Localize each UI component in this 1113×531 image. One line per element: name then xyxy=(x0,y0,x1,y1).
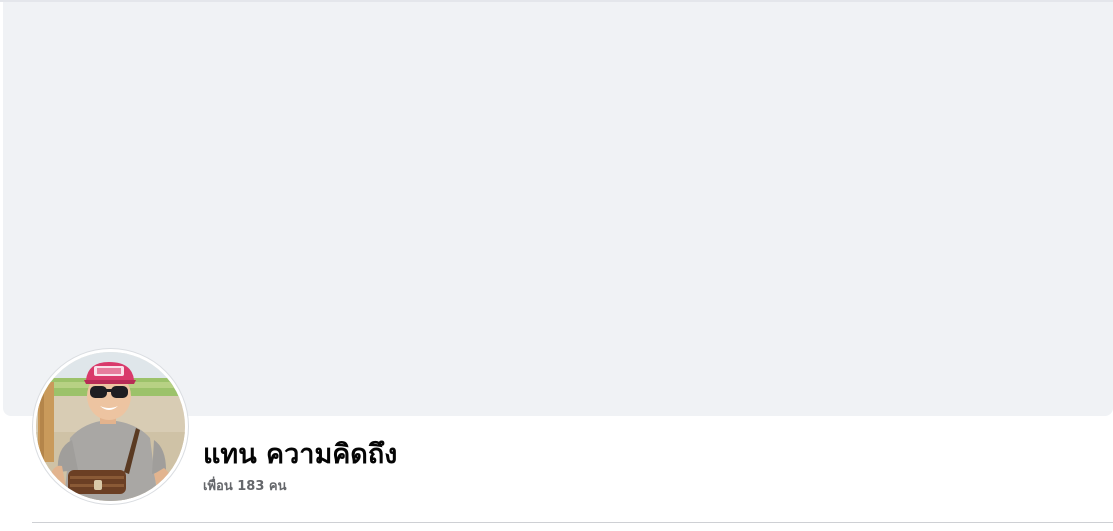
profile-picture[interactable] xyxy=(36,352,185,501)
profile-page: แทน ความคิดถึง เพื่อน 183 คน xyxy=(0,0,1113,531)
profile-photo-image xyxy=(36,352,185,501)
header-divider xyxy=(32,522,1113,523)
cover-photo[interactable] xyxy=(3,2,1113,416)
friends-count-link[interactable]: เพื่อน 183 คน xyxy=(203,478,286,496)
profile-picture-frame[interactable] xyxy=(33,349,188,504)
profile-name[interactable]: แทน ความคิดถึง xyxy=(203,436,397,474)
